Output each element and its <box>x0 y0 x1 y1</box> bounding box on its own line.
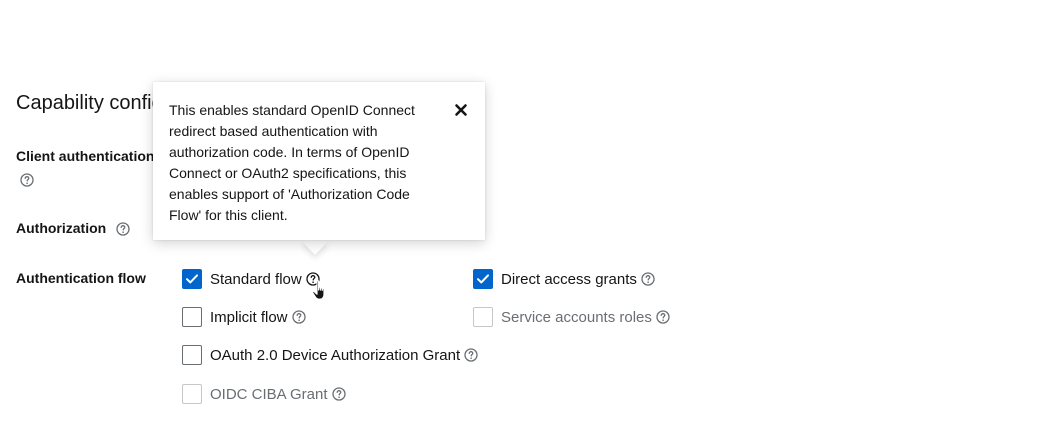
help-icon[interactable] <box>656 310 670 324</box>
help-icon[interactable] <box>20 173 34 187</box>
device-grant-label[interactable]: OAuth 2.0 Device Authorization Grant <box>210 347 460 364</box>
help-icon[interactable] <box>464 348 478 362</box>
standard-flow-label[interactable]: Standard flow <box>210 271 302 288</box>
authorization-label-text: Authorization <box>16 220 107 236</box>
help-icon[interactable] <box>331 387 346 401</box>
oidc-ciba-label: OIDC CIBA Grant <box>210 385 328 403</box>
implicit-flow-label[interactable]: Implicit flow <box>210 309 288 326</box>
device-grant-option: OAuth 2.0 Device Authorization Grant <box>182 345 478 365</box>
device-grant-checkbox[interactable] <box>182 345 202 365</box>
service-accounts-checkbox[interactable] <box>473 307 493 327</box>
help-icon[interactable] <box>641 272 655 286</box>
service-accounts-label: Service accounts roles <box>501 308 652 326</box>
hand-pointer-icon <box>310 279 332 303</box>
authentication-flow-label: Authentication flow <box>16 270 146 286</box>
direct-access-label[interactable]: Direct access grants <box>501 271 637 288</box>
oidc-ciba-checkbox[interactable] <box>182 384 202 404</box>
client-authentication-label: Client authentication <box>16 148 155 164</box>
direct-access-option: Direct access grants <box>473 269 655 289</box>
checkmark-icon <box>186 274 198 284</box>
section-title: Capability config <box>16 92 163 114</box>
help-icon[interactable] <box>116 222 130 236</box>
capability-config-page: Capability config Client authentication … <box>0 0 1042 436</box>
standard-flow-option: Standard flow <box>182 269 320 289</box>
popover-text: This enables standard OpenID Connect red… <box>169 102 415 223</box>
help-icon[interactable] <box>291 310 306 324</box>
implicit-flow-option: Implicit flow <box>182 307 306 327</box>
standard-flow-checkbox[interactable] <box>182 269 202 289</box>
checkmark-icon <box>477 274 489 284</box>
authorization-label: Authorization <box>16 220 130 236</box>
close-icon[interactable] <box>453 102 469 118</box>
oidc-ciba-option: OIDC CIBA Grant <box>182 384 346 404</box>
implicit-flow-checkbox[interactable] <box>182 307 202 327</box>
help-popover: This enables standard OpenID Connect red… <box>153 82 485 240</box>
direct-access-checkbox[interactable] <box>473 269 493 289</box>
service-accounts-option: Service accounts roles <box>473 307 670 327</box>
